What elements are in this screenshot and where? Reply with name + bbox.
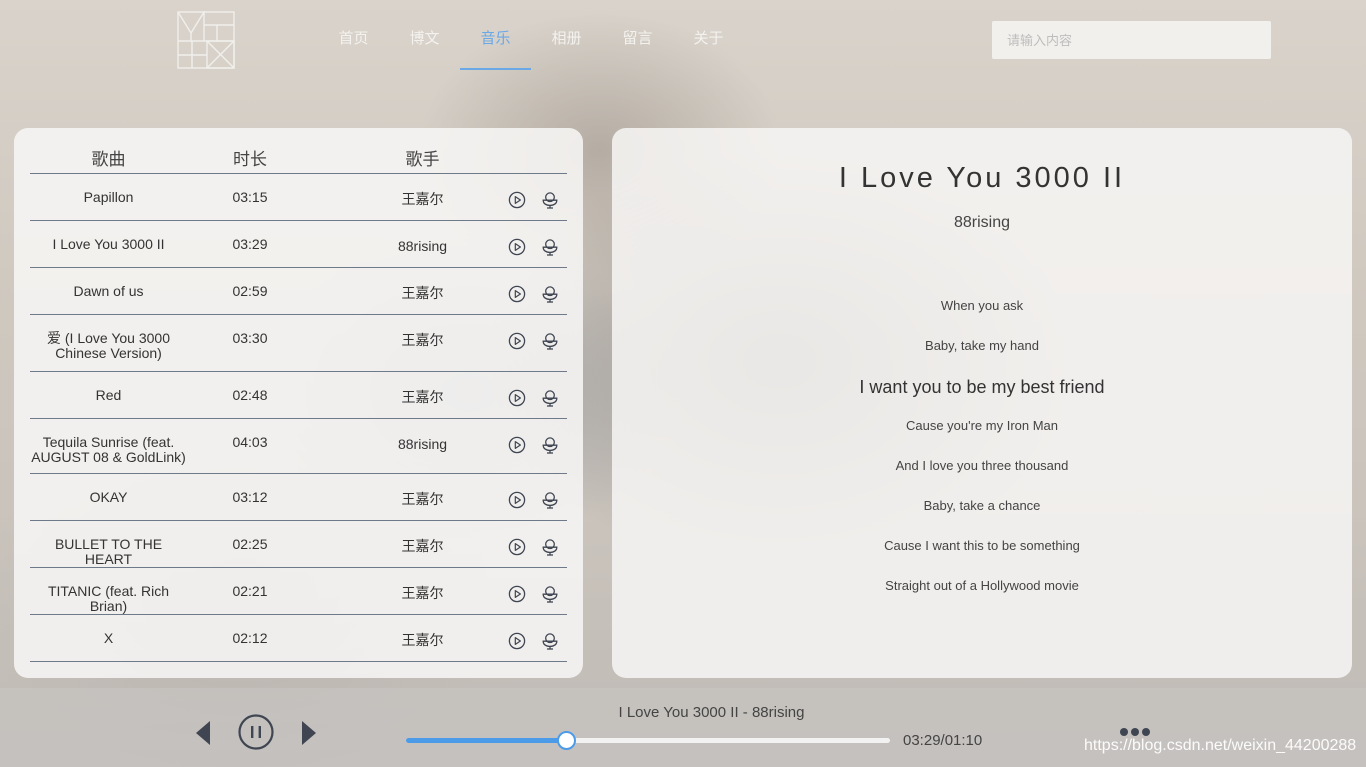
nav-blog[interactable]: 博文: [389, 0, 460, 70]
lyrics-icon[interactable]: [541, 191, 559, 209]
search-input[interactable]: [992, 21, 1271, 59]
song-duration: 04:03: [232, 434, 268, 450]
song-name: Tequila Sunrise (feat. AUGUST 08 & GoldL…: [31, 434, 186, 465]
song-duration: 03:29: [232, 236, 268, 252]
lyrics-icon[interactable]: [541, 332, 559, 350]
play-song-icon[interactable]: [508, 285, 526, 303]
progress-slider[interactable]: [406, 731, 890, 750]
song-artist: 王嘉尔: [401, 389, 444, 405]
nav-message[interactable]: 留言: [602, 0, 673, 70]
player-bar: I Love You 3000 II - 88rising 03:29/01:1…: [0, 688, 1366, 767]
song-row[interactable]: Tequila Sunrise (feat. AUGUST 08 & GoldL…: [30, 419, 567, 474]
song-list-header: 歌曲 时长 歌手: [30, 128, 567, 174]
song-name: X: [103, 630, 114, 646]
site-logo[interactable]: [177, 11, 235, 69]
play-song-icon[interactable]: [508, 389, 526, 407]
play-song-icon[interactable]: [508, 538, 526, 556]
main-nav: 首页 博文 音乐 相册 留言 关于: [318, 0, 744, 70]
song-artist: 88rising: [397, 436, 448, 452]
lyrics-icon[interactable]: [541, 436, 559, 454]
lyrics-icon[interactable]: [541, 632, 559, 650]
now-playing-text: I Love You 3000 II - 88rising: [618, 704, 805, 721]
song-duration: 03:15: [232, 189, 268, 205]
song-artist: 王嘉尔: [401, 585, 444, 601]
song-name: Papillon: [83, 189, 134, 205]
play-song-icon[interactable]: [508, 436, 526, 454]
song-duration: 02:12: [232, 630, 268, 646]
nav-album[interactable]: 相册: [531, 0, 602, 70]
song-name: Red: [95, 387, 122, 403]
song-row[interactable]: TITANIC (feat. Rich Brian) 02:21 王嘉尔: [30, 568, 567, 615]
lyrics-icon[interactable]: [541, 285, 559, 303]
lyric-line: Cause I want this to be something: [884, 538, 1080, 553]
song-artist: 88rising: [397, 238, 448, 254]
lyric-line: Straight out of a Hollywood movie: [885, 578, 1079, 593]
play-song-icon[interactable]: [508, 238, 526, 256]
column-artist: 歌手: [405, 150, 440, 169]
song-name: OKAY: [89, 489, 128, 505]
more-options-icon[interactable]: [1120, 728, 1150, 736]
nav-music[interactable]: 音乐: [460, 0, 531, 70]
lyrics-panel: I Love You 3000 II 88rising When you ask…: [612, 128, 1352, 678]
lyric-line: Baby, take a chance: [923, 498, 1041, 513]
song-artist: 王嘉尔: [401, 632, 444, 648]
lyrics-icon[interactable]: [541, 238, 559, 256]
column-song: 歌曲: [91, 150, 126, 169]
song-row[interactable]: BULLET TO THE HEART 02:25 王嘉尔: [30, 521, 567, 568]
lyrics-song-artist: 88rising: [953, 214, 1011, 231]
play-song-icon[interactable]: [508, 585, 526, 603]
lyric-line: Baby, take my hand: [925, 338, 1039, 353]
lyrics-icon[interactable]: [541, 538, 559, 556]
song-name: BULLET TO THE HEART: [54, 536, 163, 567]
lyrics-icon[interactable]: [541, 491, 559, 509]
song-row[interactable]: X 02:12 王嘉尔: [30, 615, 567, 662]
nav-home[interactable]: 首页: [318, 0, 389, 70]
song-row[interactable]: Dawn of us 02:59 王嘉尔: [30, 268, 567, 315]
pause-icon[interactable]: [238, 714, 274, 750]
song-duration: 03:30: [232, 330, 268, 346]
lyrics-song-title: I Love You 3000 II: [838, 162, 1126, 194]
play-song-icon[interactable]: [508, 632, 526, 650]
playback-time: 03:29/01:10: [903, 732, 983, 749]
progress-handle[interactable]: [556, 731, 576, 750]
play-song-icon[interactable]: [508, 491, 526, 509]
watermark: https://blog.csdn.net/weixin_44200288: [1084, 737, 1357, 754]
song-name: Dawn of us: [73, 283, 144, 299]
song-duration: 02:25: [232, 536, 268, 552]
song-artist: 王嘉尔: [401, 285, 444, 301]
header: 首页 博文 音乐 相册 留言 关于: [0, 0, 1366, 80]
song-list-panel: 歌曲 时长 歌手 Papillon 03:15 王嘉尔 I Love You 3000…: [14, 128, 583, 678]
song-row[interactable]: 爱 (I Love You 3000 Chinese Version) 03:30…: [30, 315, 567, 372]
lyric-line-current: I want you to be my best friend: [859, 377, 1105, 397]
nav-about[interactable]: 关于: [673, 0, 744, 70]
previous-track-icon[interactable]: [195, 720, 211, 746]
lyric-line: When you ask: [940, 298, 1024, 313]
song-duration: 02:59: [232, 283, 268, 299]
play-song-icon[interactable]: [508, 191, 526, 209]
song-row[interactable]: I Love You 3000 II 03:29 88rising: [30, 221, 567, 268]
next-track-icon[interactable]: [301, 720, 317, 746]
lyric-line: Cause you're my Iron Man: [905, 418, 1059, 433]
song-artist: 王嘉尔: [401, 538, 444, 554]
play-song-icon[interactable]: [508, 332, 526, 350]
lyrics-icon[interactable]: [541, 389, 559, 407]
song-row[interactable]: OKAY 03:12 王嘉尔: [30, 474, 567, 521]
lyric-line: And I love you three thousand: [895, 458, 1069, 473]
song-row[interactable]: Red 02:48 王嘉尔: [30, 372, 567, 419]
song-name: TITANIC (feat. Rich Brian): [47, 583, 170, 614]
song-duration: 03:12: [232, 489, 268, 505]
song-artist: 王嘉尔: [401, 491, 444, 507]
song-duration: 02:48: [232, 387, 268, 403]
song-artist: 王嘉尔: [401, 191, 444, 207]
song-duration: 02:21: [232, 583, 268, 599]
progress-fill: [406, 738, 566, 743]
lyrics-icon[interactable]: [541, 585, 559, 603]
song-row[interactable]: Papillon 03:15 王嘉尔: [30, 174, 567, 221]
song-artist: 王嘉尔: [401, 332, 444, 348]
song-name: I Love You 3000 II: [52, 236, 165, 252]
song-name: 爱 (I Love You 3000 Chinese Version): [47, 330, 170, 361]
column-duration: 时长: [233, 150, 267, 169]
